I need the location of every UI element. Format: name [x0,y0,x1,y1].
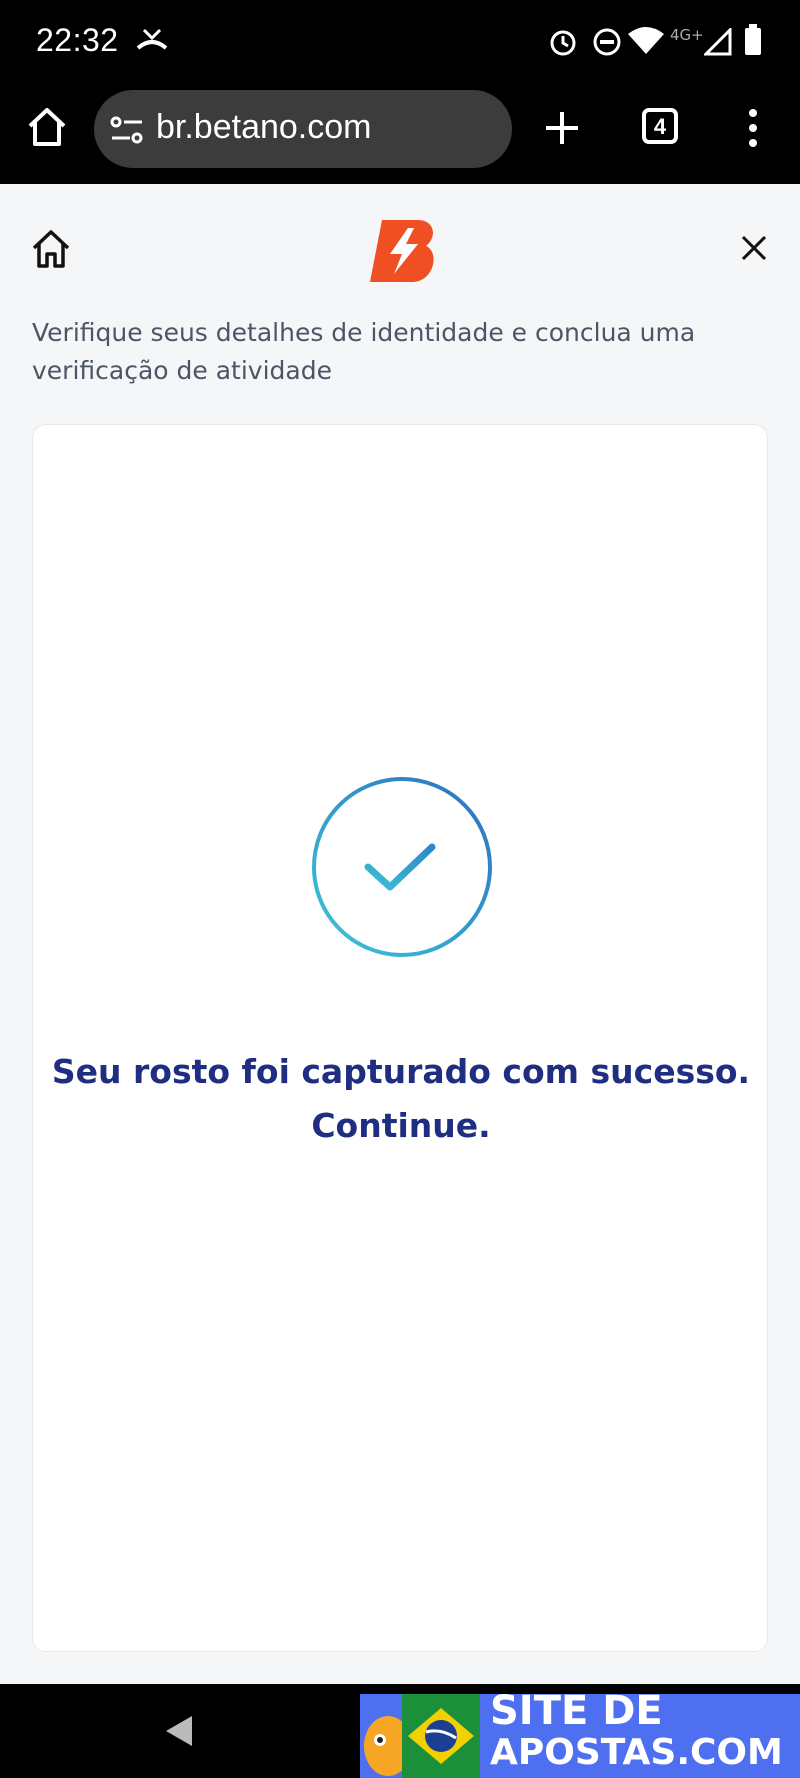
brazil-flag-icon [402,1694,480,1778]
cell-signal-icon [702,26,732,60]
watermark-line-2: APOSTAS.COM [490,1732,783,1773]
site-settings-icon[interactable] [110,116,144,148]
do-not-disturb-icon [592,24,622,62]
close-icon[interactable] [740,234,768,266]
tab-count: 4 [653,114,667,139]
battery-icon [744,24,762,60]
new-tab-icon[interactable] [544,110,580,150]
status-time: 22:32 [36,22,119,58]
browser-home-icon[interactable] [26,106,68,152]
watermark-line-1: SITE DE [490,1694,663,1734]
status-bar: 22:32 4G+ [0,0,800,88]
address-bar[interactable]: br.betano.com [94,90,512,168]
missed-call-icon [134,24,170,64]
wifi-icon [628,26,664,60]
watermark-text: SITE DE APOSTAS.COM [490,1694,783,1774]
verification-card: Seu rosto foi capturado com sucesso. Con… [32,424,768,1652]
site-watermark: SITE DE APOSTAS.COM [360,1694,800,1778]
network-type-label: 4G+ [670,26,704,44]
page-description: Verifique seus detalhes de identidade e … [32,318,696,385]
success-check-icon [310,775,494,963]
success-message: Seu rosto foi capturado com sucesso. Con… [51,1052,751,1145]
browser-menu-icon[interactable] [744,108,762,152]
system-nav-bar: SITE DE APOSTAS.COM [0,1684,800,1778]
browser-toolbar: br.betano.com 4 [0,88,800,184]
home-icon[interactable] [30,228,72,274]
tab-switcher-button[interactable]: 4 [642,108,678,144]
verification-page: Verifique seus detalhes de identidade e … [0,184,800,1684]
back-icon[interactable] [164,1714,194,1752]
url-text: br.betano.com [156,108,372,146]
betano-logo [368,216,440,290]
alarm-icon [548,24,578,62]
